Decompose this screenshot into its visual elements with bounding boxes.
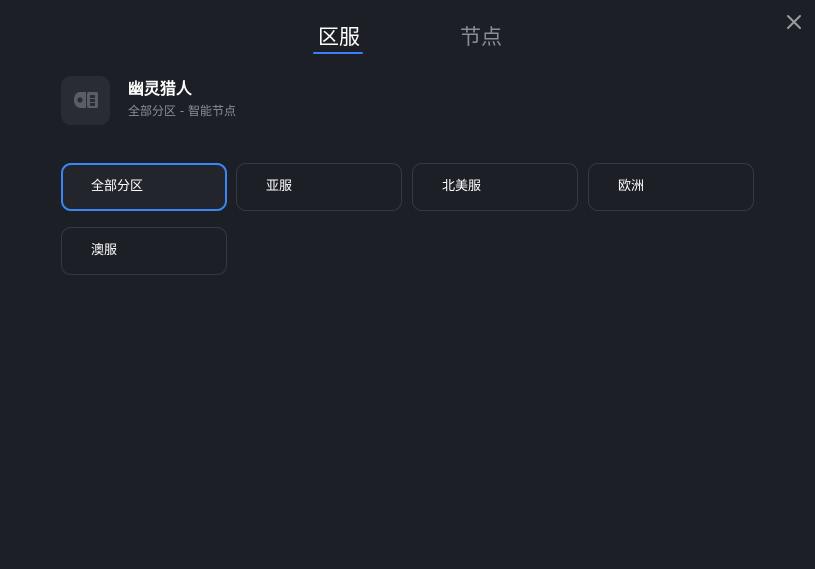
region-button-all[interactable]: 全部分区 bbox=[61, 163, 227, 211]
region-button-oceania[interactable]: 澳服 bbox=[61, 227, 227, 275]
game-icon-tile bbox=[61, 76, 110, 125]
tab-region[interactable]: 区服 bbox=[318, 24, 360, 50]
game-controller-icon bbox=[74, 92, 98, 108]
game-title: 幽灵猎人 bbox=[128, 79, 193, 98]
region-button-north-america[interactable]: 北美服 bbox=[412, 163, 578, 211]
game-subtitle: 全部分区 - 智能节点 bbox=[128, 104, 236, 118]
tab-node[interactable]: 节点 bbox=[460, 24, 502, 50]
tab-active-indicator bbox=[313, 52, 363, 54]
close-icon bbox=[787, 15, 801, 29]
close-button[interactable] bbox=[784, 12, 804, 32]
region-button-asia[interactable]: 亚服 bbox=[236, 163, 402, 211]
region-button-europe[interactable]: 欧洲 bbox=[588, 163, 754, 211]
